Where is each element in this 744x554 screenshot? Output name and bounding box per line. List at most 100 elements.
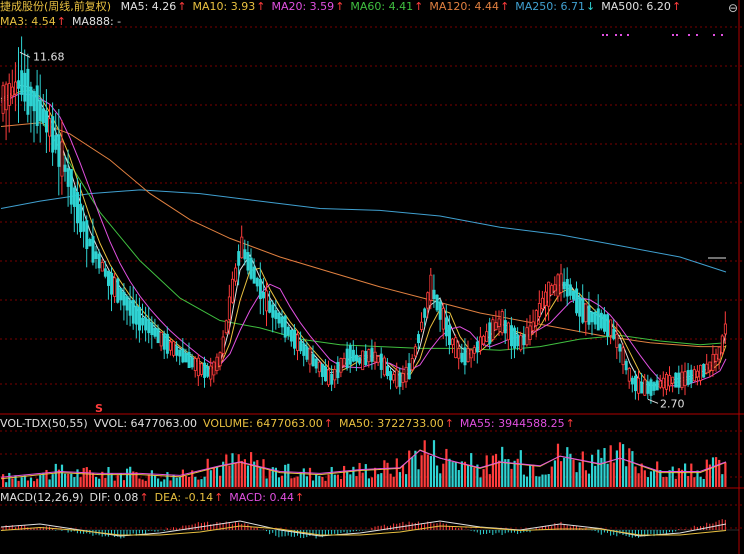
ma3-value-0: MA3: 4.54 [0, 15, 56, 28]
volume-bar [206, 458, 209, 487]
candle-body [447, 324, 451, 346]
volume-bar [219, 475, 222, 487]
volume-bar [560, 461, 563, 487]
volume-bar [42, 472, 45, 487]
candle-body [308, 348, 312, 365]
volume-bar [231, 453, 234, 487]
trend-arrow-icon: ↑ [500, 0, 510, 13]
minimize-icon[interactable]: ⊖ [728, 1, 738, 15]
candle-body [69, 169, 73, 205]
volume-bar [510, 468, 513, 487]
kline-chart[interactable]: 11.68 2.70 S [0, 0, 744, 554]
candle-body [221, 336, 225, 354]
candle-body [423, 308, 427, 318]
candle-body [178, 349, 182, 357]
volume-bar [715, 457, 718, 487]
candle-body [354, 354, 358, 362]
volume-bar [321, 476, 324, 487]
trend-arrow-icon: ↑ [139, 491, 149, 504]
volume-bar [448, 458, 451, 487]
candle-body [404, 366, 408, 383]
candle-body [373, 351, 377, 363]
candle-body [141, 317, 145, 326]
candle-body [382, 357, 386, 376]
volume-bar [600, 457, 603, 487]
volume-legend: VOL-TDX(50,55) VVOL: 6477063.00 VOLUME: 64… [0, 417, 587, 431]
candle-body [10, 86, 14, 97]
candle-body [497, 318, 501, 327]
candle-body [45, 110, 49, 133]
candle-body [339, 358, 343, 373]
volume-bar [197, 479, 200, 487]
volume-bar [488, 474, 491, 487]
volume-bar [349, 474, 352, 487]
candle-body [168, 341, 172, 351]
candle-body [320, 363, 324, 377]
candle-body [66, 168, 70, 187]
volume-bar [91, 473, 95, 487]
candle-body [385, 366, 389, 377]
candle-body [683, 371, 687, 387]
candle-body [714, 353, 718, 362]
candle-body [1, 85, 5, 114]
candle-body [305, 346, 309, 360]
volume-bar [519, 450, 522, 487]
candle-body [438, 301, 442, 320]
volume-bar [392, 476, 395, 487]
volume-bar [95, 476, 98, 487]
candle-body [7, 83, 11, 106]
volume-bar [383, 460, 386, 487]
volume-bar [628, 448, 631, 487]
candle-body [590, 311, 594, 323]
candle-body [652, 382, 656, 391]
candle-body [91, 236, 95, 263]
volume-bar [60, 464, 64, 487]
candle-body [513, 327, 517, 349]
volume-bar [250, 452, 253, 487]
candle-body [4, 83, 8, 111]
volume-bar [104, 478, 107, 487]
volume-bar [612, 462, 615, 487]
candle-body [674, 372, 678, 388]
volume-bar [690, 463, 693, 487]
volume-bar [547, 474, 550, 487]
volume-bar [556, 443, 560, 487]
candle-body [51, 116, 55, 153]
volume-bar [699, 476, 702, 487]
candle-body [289, 329, 293, 342]
volume-bar [436, 465, 439, 487]
signal-dot [721, 34, 723, 36]
volume-bar [454, 462, 457, 487]
candle-body [621, 347, 625, 366]
candle-body [444, 317, 448, 337]
candle-body [460, 352, 464, 363]
candle-body [541, 297, 545, 310]
candle-body [723, 323, 727, 335]
candle-body [407, 363, 411, 380]
candle-body [199, 363, 203, 375]
candle-body [680, 371, 684, 388]
candle-body [327, 369, 331, 386]
volume-bar [209, 470, 212, 487]
candle-body [537, 303, 541, 317]
volume-bar [308, 467, 312, 487]
candle-body [367, 349, 371, 363]
volume-bar [445, 448, 448, 487]
vol-value-2: VOLUME: 6477063.00 [203, 417, 323, 430]
candle-body [181, 348, 185, 363]
candle-body [209, 365, 213, 380]
candle-body [336, 361, 340, 379]
candle-body [311, 353, 315, 367]
macd-values: MACD(12,26,9) DIF: 0.08↑ DEA: -0.14↑ MACD: … [0, 491, 310, 504]
volume-bar [290, 478, 293, 487]
candle-body [243, 249, 247, 260]
volume-bar [674, 478, 677, 487]
volume-bar [358, 462, 361, 487]
trend-arrow-icon: ↑ [56, 15, 66, 28]
volume-bar [516, 458, 519, 487]
volume-bar [563, 457, 566, 487]
candle-body [172, 341, 176, 356]
volume-bar [113, 480, 116, 487]
candle-body [224, 320, 228, 334]
candle-body [342, 358, 346, 366]
